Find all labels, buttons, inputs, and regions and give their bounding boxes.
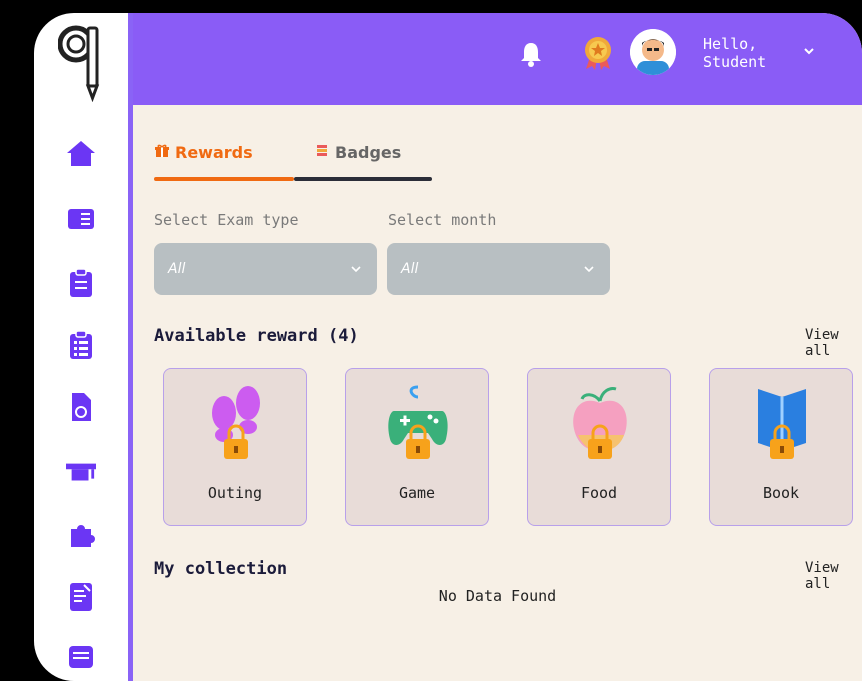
main-content: Hello, Student Rewards Badges Select Exa… bbox=[133, 13, 862, 681]
chevron-down-icon bbox=[349, 262, 363, 276]
greeting-line-2: Student bbox=[703, 53, 767, 71]
month-select[interactable]: All bbox=[387, 243, 610, 295]
reward-label: Book bbox=[762, 484, 800, 502]
chevron-down-icon bbox=[582, 262, 596, 276]
reward-label: Food bbox=[580, 484, 618, 502]
top-header: Hello, Student bbox=[133, 13, 862, 105]
reward-card-game[interactable]: Game bbox=[345, 368, 489, 526]
home-icon[interactable] bbox=[66, 138, 96, 168]
message-icon[interactable] bbox=[66, 642, 96, 672]
month-label: Select month bbox=[388, 211, 497, 229]
graduation-cap-icon[interactable] bbox=[66, 458, 96, 488]
tab-rewards-label: Rewards bbox=[175, 143, 253, 162]
medal-icon[interactable] bbox=[582, 35, 614, 71]
book-icon[interactable] bbox=[66, 204, 96, 234]
list-icon[interactable] bbox=[66, 330, 96, 360]
chevron-down-icon[interactable] bbox=[802, 43, 816, 57]
reward-label: Game bbox=[398, 484, 436, 502]
apple-icon bbox=[568, 383, 632, 463]
exam-type-label: Select Exam type bbox=[154, 211, 299, 229]
reward-card-outing[interactable]: Outing bbox=[163, 368, 307, 526]
exam-type-select[interactable]: All bbox=[154, 243, 377, 295]
month-value: All bbox=[401, 261, 419, 277]
gift-icon bbox=[155, 143, 169, 162]
book-open-icon bbox=[750, 383, 814, 463]
footprints-icon bbox=[204, 383, 268, 463]
badge-icon bbox=[315, 143, 329, 162]
clipboard-icon[interactable] bbox=[66, 268, 96, 298]
reward-label: Outing bbox=[207, 484, 263, 502]
active-tab-indicator bbox=[154, 177, 294, 181]
app-logo[interactable] bbox=[57, 22, 106, 103]
bell-icon[interactable] bbox=[520, 41, 542, 67]
reward-card-food[interactable]: Food bbox=[527, 368, 671, 526]
available-reward-title: Available reward (4) bbox=[154, 326, 359, 346]
reward-card-book[interactable]: Book bbox=[709, 368, 853, 526]
tab-rewards[interactable]: Rewards bbox=[155, 143, 253, 162]
available-reward-view-all[interactable]: View all bbox=[805, 327, 862, 359]
document-icon[interactable] bbox=[66, 392, 96, 422]
greeting-line-1: Hello, bbox=[703, 35, 758, 53]
exam-type-value: All bbox=[168, 261, 186, 277]
puzzle-icon[interactable] bbox=[66, 520, 96, 550]
tab-badges-label: Badges bbox=[335, 143, 402, 162]
gamepad-icon bbox=[386, 383, 450, 463]
empty-state: No Data Found bbox=[438, 587, 557, 605]
notes-icon[interactable] bbox=[66, 582, 96, 612]
my-collection-title: My collection bbox=[154, 559, 288, 579]
greeting: Hello, Student bbox=[703, 35, 766, 71]
tab-divider bbox=[294, 177, 432, 181]
tab-badges[interactable]: Badges bbox=[315, 143, 401, 162]
avatar[interactable] bbox=[630, 29, 676, 75]
